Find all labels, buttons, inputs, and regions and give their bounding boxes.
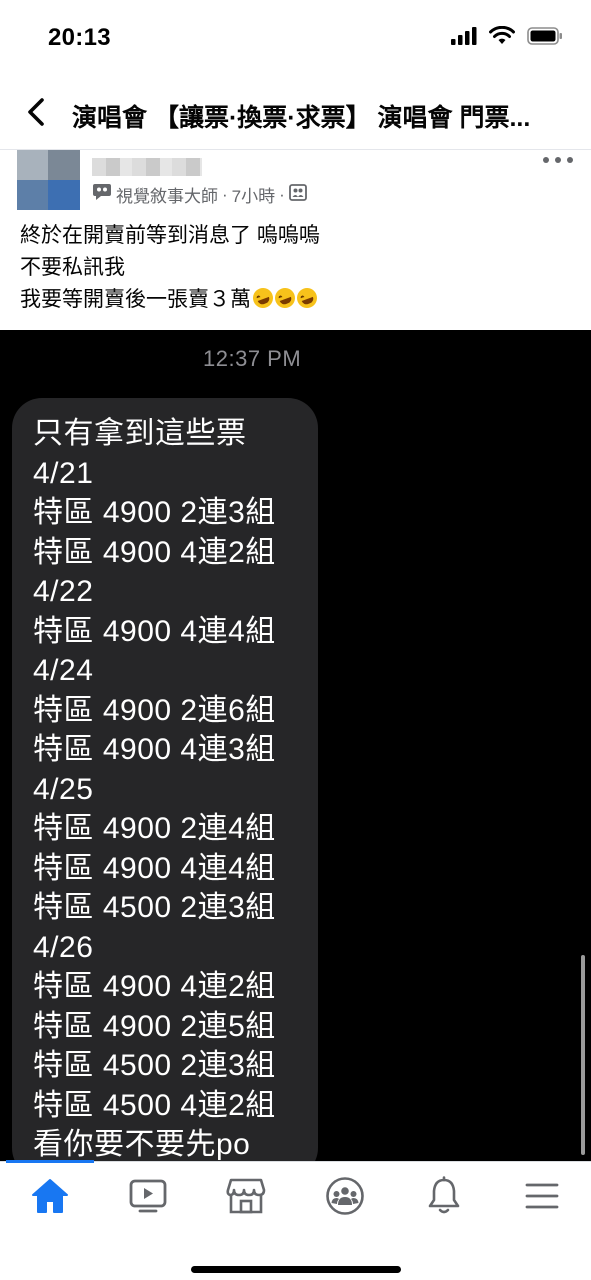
group-header: 演唱會 【讓票·換票·求票】 演唱會 門票... — [0, 76, 591, 150]
post-line: 不要私訊我 — [20, 256, 125, 279]
message-line: 4/25 — [33, 772, 94, 806]
message-text: 只有拿到這些票 4/21 特區 4900 2連3組 特區 4900 4連2組 4… — [33, 414, 276, 1161]
back-button[interactable] — [18, 94, 54, 130]
message-line: 特區 4900 2連6組 — [33, 693, 276, 727]
message-line: 特區 4900 4連4組 — [33, 614, 276, 648]
message-line: 特區 4900 2連4組 — [33, 812, 276, 845]
message-line: 特區 4900 2連5組 — [33, 1009, 276, 1043]
message-line: 看你要不要先po — [33, 1128, 251, 1161]
laughing-emoji-icon — [250, 285, 276, 311]
author-name-redacted[interactable] — [92, 158, 202, 176]
status-time: 20:13 — [48, 24, 111, 51]
nav-notifications[interactable] — [416, 1176, 472, 1216]
message-line: 特區 4900 2連3組 — [33, 496, 276, 529]
post: 視覺敘事大師 · 7小時 · 終於在開賣前等到消息了 嗚嗚嗚 不要私訊我 我要等… — [0, 150, 591, 330]
more-dot-icon — [543, 157, 549, 163]
laughing-emoji-icon — [272, 285, 298, 311]
home-icon — [32, 1179, 68, 1213]
nav-menu[interactable] — [514, 1176, 570, 1216]
post-image[interactable]: 12:37 PM 只有拿到這些票 4/21 特區 4900 2連3組 特區 49… — [0, 330, 591, 1161]
message-timestamp: 12:37 PM — [203, 346, 302, 371]
post-line-text: 我要等開賣後一張賣３萬 — [20, 288, 251, 311]
post-meta: 視覺敘事大師 · 7小時 · — [92, 182, 307, 207]
signal-icon — [451, 26, 477, 50]
group-icon — [288, 183, 307, 206]
post-time[interactable]: 7小時 — [232, 182, 275, 207]
message-line: 4/21 — [33, 456, 94, 490]
meta-separator: · — [222, 184, 228, 204]
message-line: 只有拿到這些票 — [33, 417, 247, 450]
wifi-icon — [489, 25, 515, 50]
scrollbar[interactable] — [581, 955, 585, 1155]
video-icon — [129, 1179, 167, 1213]
post-text: 終於在開賣前等到消息了 嗚嗚嗚 不要私訊我 我要等開賣後一張賣３萬 — [20, 220, 320, 316]
message-line: 特區 4900 4連2組 — [33, 970, 276, 1003]
post-line-with-emoji: 我要等開賣後一張賣３萬 — [20, 284, 320, 316]
chevron-left-icon — [28, 98, 44, 126]
active-tab-indicator — [6, 1160, 94, 1163]
message-line: 特區 4900 4連2組 — [33, 535, 276, 569]
meta-separator-2: · — [279, 184, 285, 204]
store-icon — [226, 1178, 266, 1214]
more-dot-icon — [567, 157, 573, 163]
bottom-nav — [0, 1160, 591, 1280]
battery-icon — [527, 26, 563, 50]
group-title[interactable]: 演唱會 【讓票·換票·求票】 演唱會 門票... — [72, 98, 572, 134]
more-dot-icon — [555, 157, 561, 163]
message-line: 特區 4500 2連3組 — [33, 891, 276, 924]
nav-groups[interactable] — [317, 1176, 373, 1216]
message-line: 特區 4900 4連4組 — [33, 851, 276, 885]
message-line: 4/24 — [33, 654, 94, 687]
status-bar: 20:13 — [0, 0, 591, 76]
nav-marketplace[interactable] — [218, 1176, 274, 1216]
message-line: 特區 4500 4連2組 — [33, 1088, 276, 1122]
post-line: 終於在開賣前等到消息了 嗚嗚嗚 — [20, 224, 320, 247]
message-line: 特區 4900 4連3組 — [33, 733, 276, 766]
message-line: 4/26 — [33, 930, 94, 964]
bell-icon — [428, 1176, 460, 1214]
avatar[interactable] — [17, 150, 80, 210]
anonymous-badge-icon — [92, 183, 112, 206]
home-indicator[interactable] — [191, 1266, 401, 1273]
groups-icon — [326, 1177, 364, 1215]
laughing-emoji-icon — [294, 285, 320, 311]
author-label[interactable]: 視覺敘事大師 — [116, 182, 218, 207]
more-options-button[interactable] — [543, 150, 573, 170]
status-icons — [451, 25, 563, 50]
nav-watch[interactable] — [120, 1176, 176, 1216]
nav-home[interactable] — [22, 1176, 78, 1216]
hamburger-icon — [525, 1183, 559, 1209]
message-line: 特區 4500 2連3組 — [33, 1049, 276, 1082]
message-line: 4/22 — [33, 575, 94, 608]
